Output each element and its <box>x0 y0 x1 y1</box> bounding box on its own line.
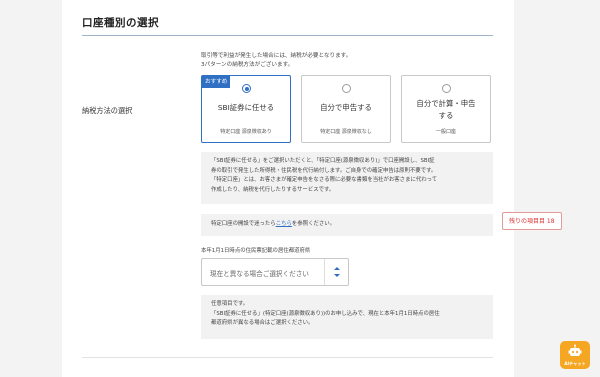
explanation-line: 作成したり、納税を代行したりするサービスです。 <box>211 186 335 193</box>
explanation-line: 「特定口座」とは、お客さまが確定申告をなさる際に必要な書類を当社がお客さまに代わ… <box>211 177 438 183</box>
ai-chat-label: AIチャット <box>564 361 586 366</box>
title-divider <box>82 35 493 36</box>
reference-text: 特定口座の開設で迷ったら <box>211 221 276 227</box>
explanation-line: 券の取引で発生した所得税・住民税を代行納付します。ご自身での確定申告は原則不要で… <box>211 167 437 174</box>
option-self-calc[interactable]: 自分で計算・申告 する 一般口座 <box>401 75 491 143</box>
remaining-items-badge[interactable]: 残りの項目目 18 <box>502 212 562 230</box>
intro-line: 取引等で利益が発生した場合には、納税が必要となります。 <box>201 53 352 59</box>
recommended-badge: おすすめ <box>202 76 231 88</box>
tax-method-label: 納税方法の選択 <box>82 106 133 115</box>
option-sub: 特定口座 源泉徴収あり <box>220 129 272 135</box>
option-label: する <box>438 111 454 120</box>
address-label: 本年1月1日時点の住民票記載の居住都道府県 <box>201 248 311 254</box>
section-divider <box>82 357 493 358</box>
option-label: SBI証券に任せる <box>217 103 275 112</box>
radio-self-calc[interactable] <box>442 84 451 93</box>
option-sbi-handles[interactable]: おすすめ SBI証券に任せる 特定口座 源泉徴収あり <box>201 75 291 143</box>
prefecture-select[interactable]: 現在と異なる場合ご選択ください <box>201 258 349 286</box>
ai-chat-button[interactable]: AIチャット <box>560 341 590 369</box>
reference-text: を参照ください。 <box>291 221 336 227</box>
intro-line: 3パターンの納税方法がございます。 <box>201 62 294 68</box>
robot-icon <box>568 344 582 356</box>
option-self-declare[interactable]: 自分で申告する 特定口座 源泉徴収なし <box>301 75 391 143</box>
note-line: 「SBI証券に任せる」(特定口座(源泉徴収あり))のお申し込みで、現在と本年1月… <box>211 310 440 317</box>
note-line: 都道府県が異なる場合はご選択ください。 <box>211 320 314 326</box>
radio-self-declare[interactable] <box>342 84 351 93</box>
note-line: 任意項目です。 <box>211 301 249 307</box>
chevron-updown-icon[interactable] <box>325 259 349 285</box>
option-label: 自分で申告する <box>320 103 372 112</box>
radio-sbi-handles[interactable] <box>242 84 251 93</box>
section-title: 口座種別の選択 <box>82 17 159 29</box>
tax-method-intro: 取引等で利益が発生した場合には、納税が必要となります。 3パターンの納税方法がご… <box>201 52 501 70</box>
select-value: 現在と異なる場合ご選択ください <box>210 270 309 278</box>
option-sub: 一般口座 <box>435 129 456 135</box>
reference-box: 特定口座の開設で迷ったらこちらを参照ください。 <box>201 214 493 236</box>
reference-link[interactable]: こちら <box>276 221 292 227</box>
option-sub: 特定口座 源泉徴収なし <box>320 129 372 135</box>
option-label: 自分で計算・申告 <box>416 99 476 108</box>
address-note-box: 任意項目です。 「SBI証券に任せる」(特定口座(源泉徴収あり))のお申し込みで… <box>201 295 493 339</box>
tax-explanation-box: 「SBI証券に任せる」をご選択いただくと、「特定口座(源泉徴収あり)」で口座開設… <box>201 152 493 204</box>
explanation-line: 「SBI証券に任せる」をご選択いただくと、「特定口座(源泉徴収あり)」で口座開設… <box>211 158 435 164</box>
form-card: 口座種別の選択 納税方法の選択 取引等で利益が発生した場合には、納税が必要となり… <box>62 0 514 377</box>
